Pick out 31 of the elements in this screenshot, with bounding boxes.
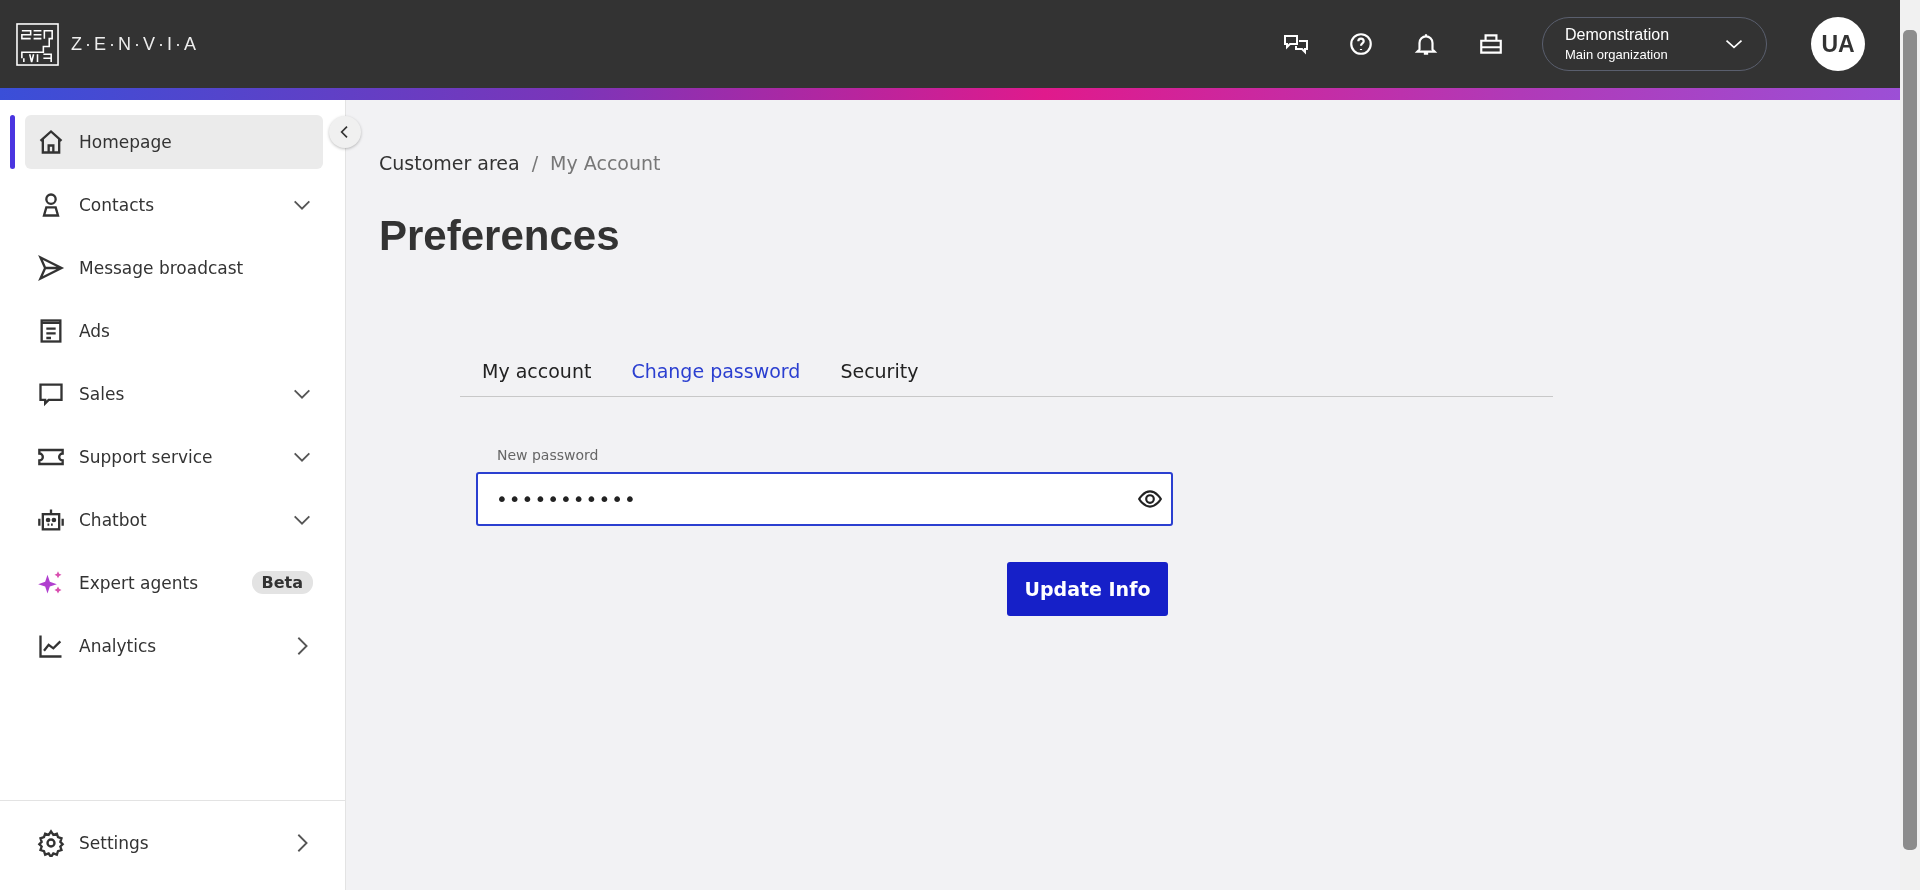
sidebar-item[interactable]: Expert agents Beta [25,555,323,610]
field-label: New password [497,447,600,463]
help-icon[interactable] [1347,31,1375,57]
update-info-button[interactable]: Update Info [1007,562,1168,616]
home-icon [37,127,65,156]
page-title: Preferences [379,212,621,260]
tab[interactable]: My account [482,360,592,382]
beta-badge: Beta [251,571,313,594]
sidebar-item[interactable]: Sales [25,366,323,421]
send-icon [37,253,65,282]
tab[interactable]: Security [840,360,919,382]
sidebar-item[interactable]: Homepage [25,114,323,169]
bell-icon[interactable] [1412,31,1440,57]
sidebar-item[interactable]: Analytics [25,618,323,673]
password-field[interactable]: ••••••••••• [476,472,1173,526]
user-avatar[interactable]: UA [1811,17,1865,71]
sidebar-item[interactable]: Chatbot [25,492,323,547]
logo-wordmark: Z·E·N·V·I·A [71,33,199,55]
sidebar-item[interactable]: Message broadcast [25,240,323,295]
collapse-sidebar-button[interactable] [329,116,361,148]
sidebar-item[interactable]: Settings [25,815,323,870]
breadcrumb-link[interactable]: Customer area [379,152,520,174]
logo-icon [16,22,59,66]
printer-icon[interactable] [1477,31,1505,57]
gear-icon [37,828,65,857]
breadcrumb-link[interactable]: My Account [550,152,661,174]
sidebar-item[interactable]: Ads [25,303,323,358]
sidebar-item[interactable]: Contacts [25,177,323,232]
breadcrumb-separator: / [531,152,539,174]
tab[interactable]: Change password [631,360,801,382]
sidebar-item[interactable]: Support service [25,429,323,484]
